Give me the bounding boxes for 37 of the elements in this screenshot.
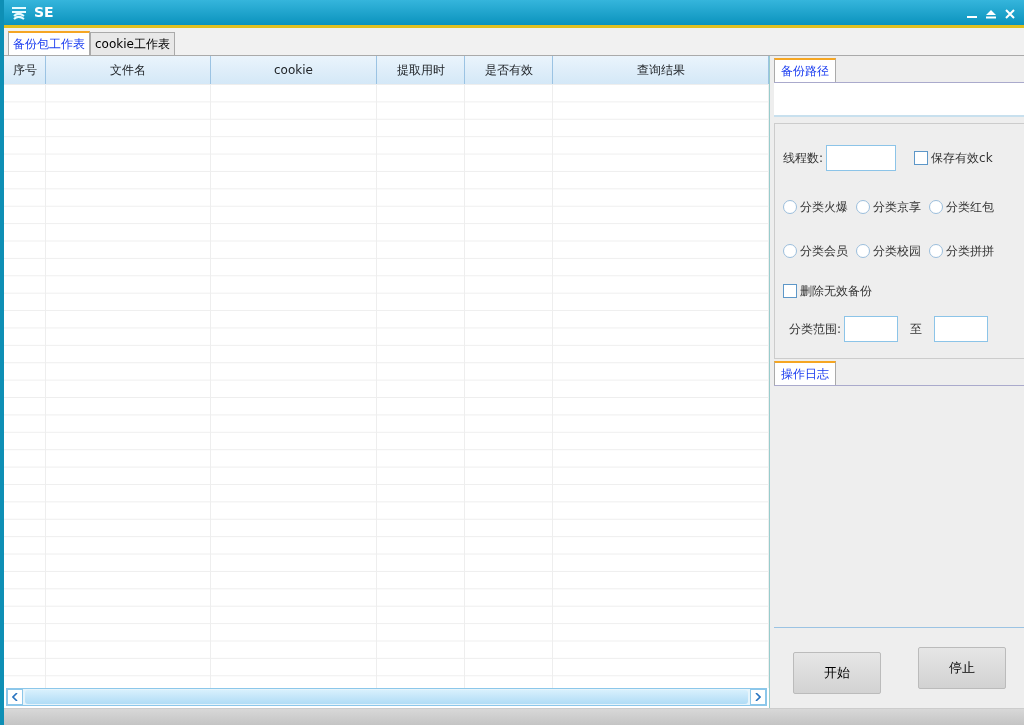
range-start-field[interactable] <box>844 316 899 342</box>
scroll-right-button[interactable] <box>750 689 766 705</box>
column-header[interactable]: 是否有效 <box>465 56 553 84</box>
column-header[interactable]: 查询结果 <box>553 56 769 84</box>
field-label: 线程数: <box>783 150 824 167</box>
window-title: SE <box>34 3 54 22</box>
category-radio[interactable]: 分类京享 <box>856 198 921 216</box>
close-icon <box>1005 8 1015 19</box>
column-header[interactable]: 序号 <box>4 56 46 84</box>
category-radio[interactable]: 分类拼拼 <box>929 242 994 260</box>
category-radio[interactable]: 分类火爆 <box>783 198 848 216</box>
field-label: 至 <box>910 321 923 338</box>
sheet-tab[interactable]: cookie工作表 <box>90 32 175 55</box>
thread-count-field[interactable] <box>826 145 897 171</box>
category-radio[interactable]: 分类红包 <box>929 198 994 216</box>
backup-path-field[interactable] <box>774 83 1024 117</box>
eject-icon <box>986 8 996 19</box>
field-label: 分类范围: <box>789 321 842 338</box>
category-radio[interactable]: 分类会员 <box>783 242 848 260</box>
app-logo-icon <box>10 4 28 21</box>
range-end-field[interactable] <box>934 316 989 342</box>
delete-invalid-checkbox[interactable]: 删除无效备份 <box>783 282 872 300</box>
save-valid-checkbox[interactable]: 保存有效ck <box>914 149 993 167</box>
panel-tab[interactable]: 操作日志 <box>774 361 836 385</box>
scroll-left-button[interactable] <box>7 689 23 705</box>
chevron-left-icon <box>12 693 18 701</box>
panel-tab[interactable]: 备份路径 <box>774 58 836 82</box>
column-header[interactable]: 文件名 <box>46 56 211 84</box>
chevron-right-icon <box>755 693 761 701</box>
category-radio[interactable]: 分类校园 <box>856 242 921 260</box>
stop-button[interactable]: 停止 <box>917 647 1006 689</box>
start-button[interactable]: 开始 <box>792 652 881 694</box>
horizontal-scrollbar[interactable] <box>6 688 767 706</box>
column-header[interactable]: 提取用时 <box>377 56 465 84</box>
minimize-icon <box>967 16 977 18</box>
column-header[interactable]: cookie <box>211 56 377 84</box>
sheet-tab[interactable]: 备份包工作表 <box>8 31 90 55</box>
